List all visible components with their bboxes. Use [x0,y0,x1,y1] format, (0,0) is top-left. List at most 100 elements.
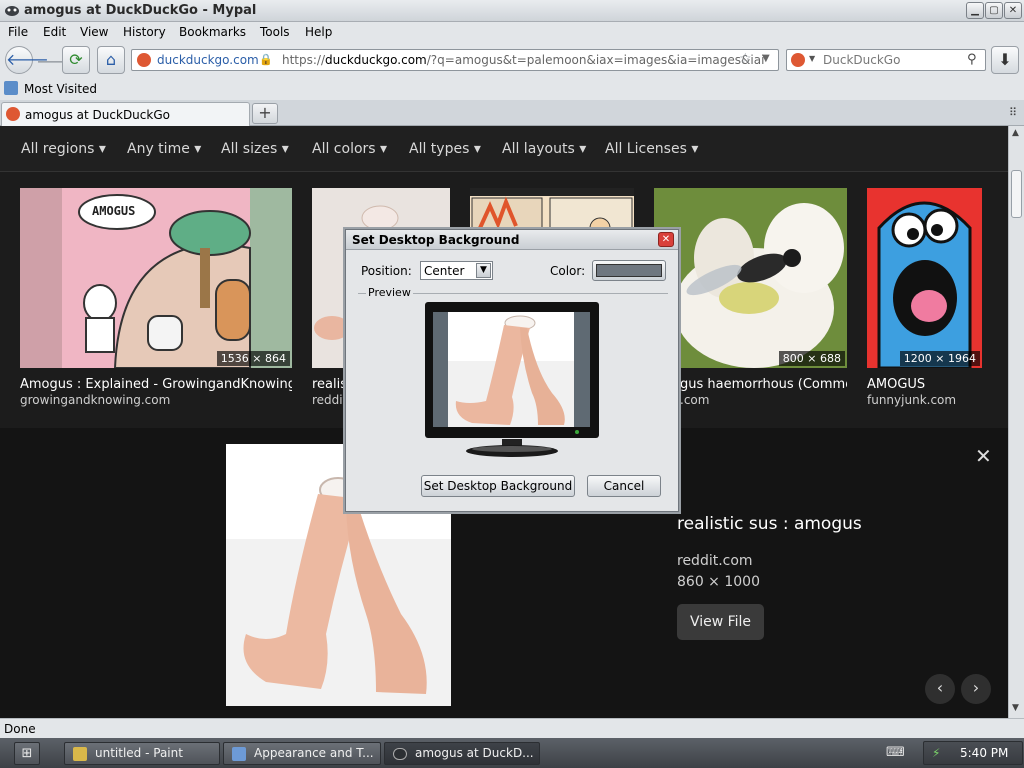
url-prefix: https:// [282,53,326,67]
result-source[interactable]: .com [680,393,709,407]
url-host: duckduckgo.com [325,53,427,67]
image-filter-bar: All regions ▾ Any time ▾ All sizes ▾ All… [0,126,1008,172]
detail-title[interactable]: realistic sus : amogus [677,514,862,534]
menu-edit[interactable]: Edit [43,25,66,39]
color-label: Color: [550,264,586,278]
set-desktop-background-button[interactable]: Set Desktop Background [421,475,575,497]
color-picker-button[interactable] [592,260,666,281]
new-tab-button[interactable]: + [252,103,278,124]
result-thumbnail[interactable]: 800 × 688 [654,188,847,368]
menu-bookmarks[interactable]: Bookmarks [179,25,246,39]
previous-image-button[interactable]: ‹ [925,674,955,704]
result-title[interactable]: gus haemorrhous (Commo... [680,377,847,392]
blue-monster-image [877,201,972,368]
dialog-titlebar[interactable]: Set Desktop Background ✕ [346,230,678,250]
filter-regions[interactable]: All regions ▾ [21,141,106,157]
filter-sizes[interactable]: All sizes ▾ [221,141,289,157]
filter-time[interactable]: Any time ▾ [127,141,201,157]
result-source[interactable]: growingandknowing.com [20,393,170,407]
bookmark-star-icon[interactable]: ☆ [739,51,752,67]
taskbar-item-paint[interactable]: untitled - Paint [64,742,220,765]
menu-tools[interactable]: Tools [260,25,290,39]
filter-layouts[interactable]: All layouts ▾ [502,141,586,157]
preview-label: Preview [366,286,413,299]
keyboard-icon[interactable]: ⌨ [886,745,905,760]
filter-colors[interactable]: All colors ▾ [312,141,387,157]
next-image-button[interactable]: › [961,674,991,704]
lock-icon: 🔒 [259,53,273,66]
close-window-button[interactable]: ✕ [1004,2,1022,19]
taskbar-item-browser[interactable]: amogus at DuckD... [384,742,540,765]
task-label: untitled - Paint [95,746,183,760]
detail-dimensions: 860 × 1000 [677,574,760,590]
menu-view[interactable]: View [80,25,108,39]
result-thumbnail[interactable]: AMOGUS 1536 × 864 [20,188,292,368]
search-bar[interactable]: ▼ DuckDuckGo ⚲ [786,49,986,71]
bookmark-folder-icon [4,81,18,95]
home-button[interactable]: ⌂ [97,46,125,74]
filter-types[interactable]: All types ▾ [409,141,481,157]
scroll-down-icon[interactable]: ▼ [1012,703,1019,713]
os-taskbar: ⊞ untitled - Paint Appearance and T... a… [0,738,1024,768]
cancel-button[interactable]: Cancel [587,475,661,497]
paint-icon [73,747,87,761]
monitor-preview [424,301,600,459]
start-button[interactable]: ⊞ [14,742,40,765]
amogus-comic-image [20,188,292,368]
page-scrollbar[interactable]: ▲ ▼ [1008,126,1024,718]
image-dimensions: 800 × 688 [778,351,845,366]
url-bar[interactable]: duckduckgo.com 🔒 https://duckduckgo.com/… [131,49,779,71]
tab-favicon-icon [6,107,20,121]
search-icon[interactable]: ⚲ [967,52,977,67]
color-swatch [596,264,662,277]
url-dropdown-icon[interactable]: ▼ [762,53,770,64]
comic-bubble-text: AMOGUS [92,204,136,218]
menu-history[interactable]: History [123,25,166,39]
tab-list-icon[interactable]: ⠿ [1009,106,1017,119]
site-identity-domain[interactable]: duckduckgo.com [157,53,259,67]
search-engine-dropdown-icon[interactable]: ▼ [809,54,815,63]
search-engine-icon[interactable] [791,53,805,67]
downloads-button[interactable]: ⬇ [991,46,1019,74]
monitor-icon [425,302,599,457]
detail-source[interactable]: reddit.com [677,553,753,569]
browser-icon [393,748,407,760]
navigation-toolbar: 🡐 🡒 ⟳ ⌂ duckduckgo.com 🔒 https://duckduc… [0,42,1024,78]
system-tray: ⚡ 5:40 PM [923,741,1023,765]
task-label: amogus at DuckD... [415,746,534,760]
tab-strip: amogus at DuckDuckGo + ⠿ [0,100,1024,126]
result-title[interactable]: Amogus : Explained - GrowingandKnowing [20,377,292,392]
clock[interactable]: 5:40 PM [960,746,1008,760]
bookmarks-toolbar: Most Visited [0,78,1024,100]
result-source[interactable]: reddit [312,393,347,407]
position-value: Center [424,264,465,278]
scroll-up-icon[interactable]: ▲ [1012,128,1019,138]
back-button[interactable]: 🡐 [5,46,49,74]
result-source[interactable]: funnyjunk.com [867,393,956,407]
window-titlebar[interactable]: amogus at DuckDuckGo - Mypal ▁ ▢ ✕ [0,0,1024,22]
position-select[interactable]: Center ▼ [420,261,493,280]
search-input[interactable]: DuckDuckGo [823,53,900,67]
minimize-button[interactable]: ▁ [966,2,984,19]
network-icon[interactable]: ⚡ [932,746,940,760]
dialog-close-button[interactable]: ✕ [658,232,674,247]
status-text: Done [4,722,36,736]
taskbar-item-appearance[interactable]: Appearance and T... [223,742,381,765]
set-desktop-background-dialog: Set Desktop Background ✕ Position: Cente… [345,229,679,512]
detail-close-icon[interactable]: ✕ [975,444,992,468]
result-title[interactable]: AMOGUS [867,377,982,392]
menu-bar: File Edit View History Bookmarks Tools H… [0,22,1024,42]
scroll-thumb[interactable] [1011,170,1022,218]
tab-duckduckgo[interactable]: amogus at DuckDuckGo [1,102,250,126]
app-icon [4,3,20,18]
result-thumbnail[interactable]: 1200 × 1964 [867,188,982,368]
bookmark-most-visited[interactable]: Most Visited [24,82,97,96]
menu-file[interactable]: File [8,25,28,39]
reload-button[interactable]: ⟳ [62,46,90,74]
menu-help[interactable]: Help [305,25,332,39]
status-bar: Done [0,718,1024,738]
maximize-button[interactable]: ▢ [985,2,1003,19]
tab-label: amogus at DuckDuckGo [25,108,170,122]
view-file-button[interactable]: View File [677,604,764,640]
filter-licenses[interactable]: All Licenses ▾ [605,141,698,157]
